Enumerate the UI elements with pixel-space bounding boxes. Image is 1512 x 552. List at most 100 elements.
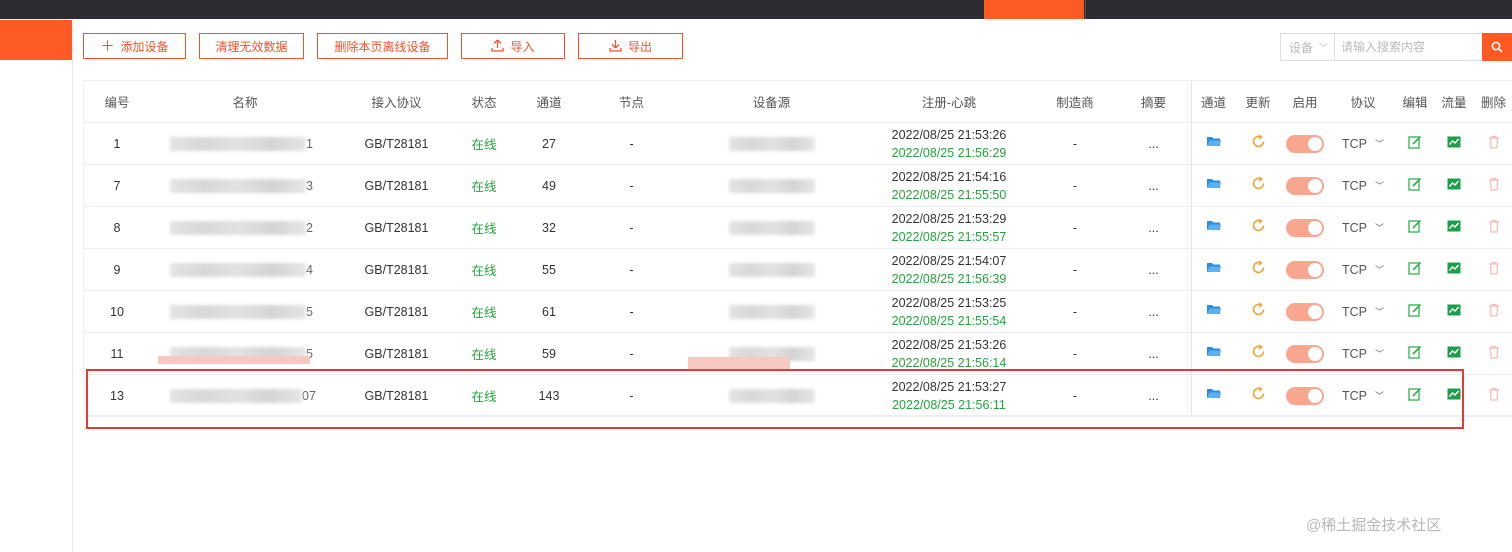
trash-icon[interactable] [1488,345,1500,362]
cell-summary[interactable]: ... [1116,333,1191,374]
cell-enable[interactable] [1280,165,1330,206]
enable-toggle[interactable] [1286,260,1324,279]
folder-open-icon[interactable] [1206,303,1222,320]
cell-channel-action[interactable] [1191,207,1236,248]
table-row[interactable]: 9 4 GB/T28181 在线 55-2022/08/25 21:54:07 2022/… [84,249,1512,291]
cell-enable[interactable] [1280,375,1330,416]
enable-toggle[interactable] [1286,218,1324,237]
cell-channel-action[interactable] [1191,375,1236,416]
search-input[interactable] [1334,33,1483,61]
cell-channel-action[interactable] [1191,291,1236,332]
cell-delete[interactable] [1474,375,1512,416]
table-row[interactable]: 10 5 GB/T28181 在线 61-2022/08/25 21:53:25 2022… [84,291,1512,333]
cell-transport[interactable]: TCP ﹀ [1330,291,1396,332]
cell-delete[interactable] [1474,207,1512,248]
edit-icon[interactable] [1408,261,1422,278]
edit-icon[interactable] [1408,303,1422,320]
chart-icon[interactable] [1447,136,1461,151]
cell-enable[interactable] [1280,123,1330,164]
cell-enable[interactable] [1280,207,1330,248]
cell-channel-action[interactable] [1191,333,1236,374]
cell-flow[interactable] [1434,207,1474,248]
cell-delete[interactable] [1474,291,1512,332]
transport-select[interactable]: TCP ﹀ [1342,221,1384,235]
search-button[interactable] [1482,33,1512,61]
trash-icon[interactable] [1488,219,1500,236]
folder-open-icon[interactable] [1206,219,1222,236]
cell-transport[interactable]: TCP ﹀ [1330,333,1396,374]
search-field-select[interactable]: 设备 ﹀ [1280,33,1334,61]
chart-icon[interactable] [1447,304,1461,319]
chart-icon[interactable] [1447,346,1461,361]
chart-icon[interactable] [1447,178,1461,193]
cell-summary[interactable]: ... [1116,291,1191,332]
enable-toggle[interactable] [1286,302,1324,321]
enable-toggle[interactable] [1286,176,1324,195]
cell-delete[interactable] [1474,249,1512,290]
folder-open-icon[interactable] [1206,135,1222,152]
cell-edit[interactable] [1396,375,1434,416]
cell-flow[interactable] [1434,375,1474,416]
table-row[interactable]: 7 3 GB/T28181 在线 49-2022/08/25 21:54:16 2022/… [84,165,1512,207]
cell-transport[interactable]: TCP ﹀ [1330,375,1396,416]
cell-enable[interactable] [1280,291,1330,332]
cell-edit[interactable] [1396,291,1434,332]
table-row[interactable]: 8 2 GB/T28181 在线 32-2022/08/25 21:53:29 2022/… [84,207,1512,249]
transport-select[interactable]: TCP ﹀ [1342,347,1384,361]
cell-delete[interactable] [1474,333,1512,374]
active-nav-tab[interactable] [984,0,1084,19]
cell-enable[interactable] [1280,249,1330,290]
cell-update[interactable] [1236,333,1280,374]
transport-select[interactable]: TCP ﹀ [1342,263,1384,277]
cell-update[interactable] [1236,207,1280,248]
edit-icon[interactable] [1408,387,1422,404]
cell-edit[interactable] [1396,165,1434,206]
clean-invalid-data-button[interactable]: 清理无效数据 [199,33,304,59]
trash-icon[interactable] [1488,177,1500,194]
transport-select[interactable]: TCP ﹀ [1342,179,1384,193]
cell-transport[interactable]: TCP ﹀ [1330,207,1396,248]
folder-open-icon[interactable] [1206,345,1222,362]
transport-select[interactable]: TCP ﹀ [1342,137,1384,151]
cell-update[interactable] [1236,249,1280,290]
cell-flow[interactable] [1434,123,1474,164]
cell-flow[interactable] [1434,249,1474,290]
import-button[interactable]: 导入 [461,33,565,59]
chart-icon[interactable] [1447,220,1461,235]
cell-channel-action[interactable] [1191,249,1236,290]
delete-offline-devices-button[interactable]: 删除本页离线设备 [317,33,448,59]
edit-icon[interactable] [1408,135,1422,152]
cell-flow[interactable] [1434,333,1474,374]
refresh-icon[interactable] [1251,217,1266,238]
cell-transport[interactable]: TCP ﹀ [1330,123,1396,164]
folder-open-icon[interactable] [1206,177,1222,194]
transport-select[interactable]: TCP ﹀ [1342,389,1384,403]
edit-icon[interactable] [1408,219,1422,236]
cell-summary[interactable]: ... [1116,249,1191,290]
cell-edit[interactable] [1396,123,1434,164]
chart-icon[interactable] [1447,388,1461,403]
add-device-button[interactable]: ＋ 添加设备 [83,33,186,59]
folder-open-icon[interactable] [1206,387,1222,404]
refresh-icon[interactable] [1251,259,1266,280]
refresh-icon[interactable] [1251,175,1266,196]
cell-update[interactable] [1236,291,1280,332]
trash-icon[interactable] [1488,261,1500,278]
sidebar-active-item[interactable] [0,20,72,60]
cell-summary[interactable]: ... [1116,207,1191,248]
table-row[interactable]: 1 1 GB/T28181 在线 27-2022/08/25 21:53:26 2022/… [84,123,1512,165]
cell-summary[interactable]: ... [1116,123,1191,164]
trash-icon[interactable] [1488,303,1500,320]
cell-delete[interactable] [1474,123,1512,164]
cell-delete[interactable] [1474,165,1512,206]
cell-transport[interactable]: TCP ﹀ [1330,249,1396,290]
export-button[interactable]: 导出 [578,33,683,59]
cell-update[interactable] [1236,165,1280,206]
table-row[interactable]: 11 5 GB/T28181 在线 59-2022/08/25 21:53:26 2022… [84,333,1512,375]
transport-select[interactable]: TCP ﹀ [1342,305,1384,319]
trash-icon[interactable] [1488,387,1500,404]
cell-edit[interactable] [1396,249,1434,290]
refresh-icon[interactable] [1251,385,1266,406]
enable-toggle[interactable] [1286,134,1324,153]
cell-update[interactable] [1236,123,1280,164]
